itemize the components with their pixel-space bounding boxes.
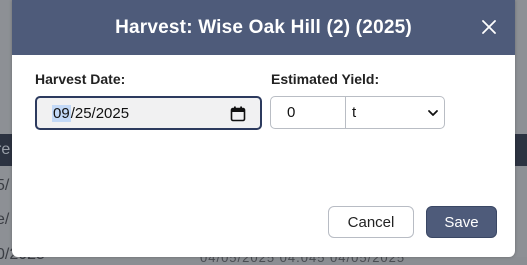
estimated-yield-input[interactable]: 0	[270, 96, 346, 129]
background-table-cell: re	[0, 141, 11, 158]
harvest-date-input[interactable]: 09/25/2025	[35, 96, 262, 130]
calendar-icon[interactable]	[230, 106, 246, 122]
background-table-cell: 5/	[0, 177, 10, 194]
yield-unit-value: t	[352, 104, 357, 121]
dialog-header: Harvest: Wise Oak Hill (2) (2025)	[12, 0, 515, 55]
background-table-cell: e/	[0, 211, 10, 228]
close-button[interactable]	[477, 15, 501, 39]
yield-unit-select[interactable]: t	[345, 96, 445, 129]
close-icon	[482, 20, 496, 34]
save-button[interactable]: Save	[426, 206, 497, 238]
date-rest-segment[interactable]: /25/2025	[71, 105, 129, 122]
harvest-dialog: Harvest: Wise Oak Hill (2) (2025) Harves…	[12, 0, 515, 257]
cancel-button[interactable]: Cancel	[328, 206, 414, 238]
dialog-title: Harvest: Wise Oak Hill (2) (2025)	[115, 16, 412, 38]
estimated-yield-label: Estimated Yield:	[271, 71, 380, 87]
harvest-date-label: Harvest Date:	[35, 71, 126, 87]
background-table-header-right	[515, 134, 527, 166]
chevron-down-icon	[428, 110, 438, 116]
date-month-segment[interactable]: 09	[52, 104, 71, 122]
